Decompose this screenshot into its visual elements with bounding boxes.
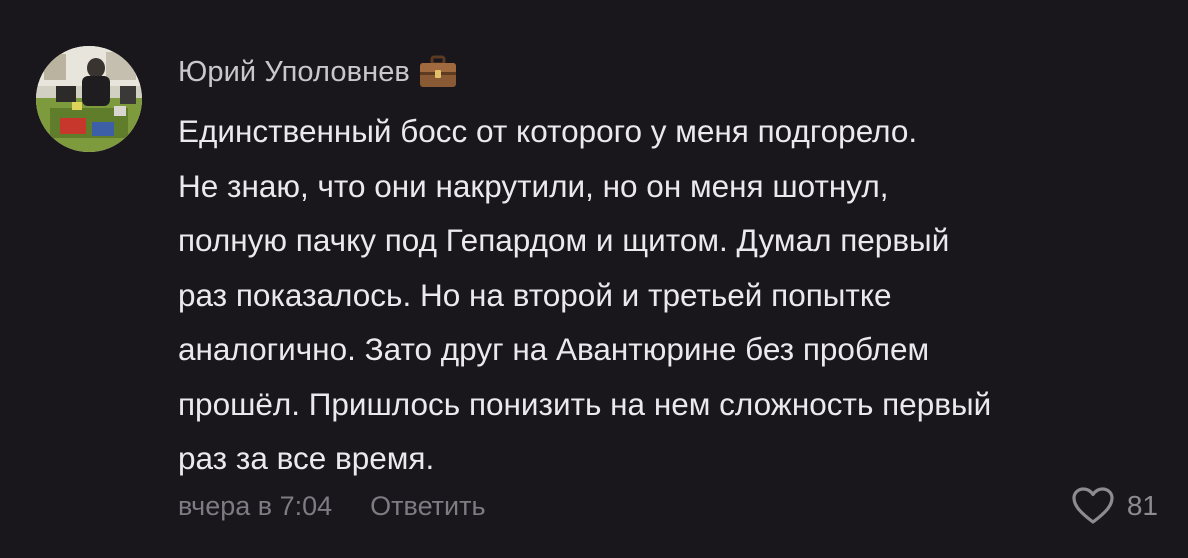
reply-button[interactable]: Ответить — [370, 491, 485, 522]
heart-outline-icon[interactable] — [1071, 486, 1115, 526]
author-row: Юрий Уполовнев — [178, 52, 458, 92]
author-name[interactable]: Юрий Уполовнев — [178, 56, 410, 89]
comment-text: Единственный босс от которого у меня под… — [178, 113, 992, 476]
timestamp: вчера в 7:04 — [178, 490, 333, 521]
comment-footer: вчера в 7:04 Ответить — [178, 484, 486, 528]
comment-card: Юрий Уполовнев Единственный босс от кото… — [0, 0, 1188, 558]
like-count: 81 — [1126, 490, 1158, 521]
avatar[interactable] — [36, 46, 142, 152]
like-button[interactable]: 81 — [1071, 484, 1158, 528]
avatar-photo — [36, 46, 142, 152]
briefcase-icon — [418, 54, 458, 90]
